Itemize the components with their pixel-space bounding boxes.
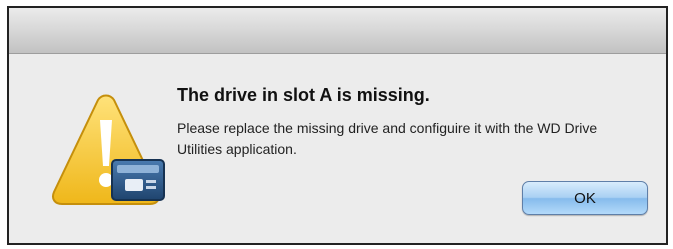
dialog-titlebar[interactable] [9,8,666,54]
warning-drive-icon [52,94,165,205]
dialog-message: Please replace the missing drive and con… [177,120,598,157]
dialog-title: The drive in slot A is missing. [177,85,430,105]
dialog-body: The drive in slot A is missing. Please r… [9,54,666,243]
alert-dialog: The drive in slot A is missing. Please r… [7,6,668,245]
ok-button[interactable]: OK [522,181,648,215]
